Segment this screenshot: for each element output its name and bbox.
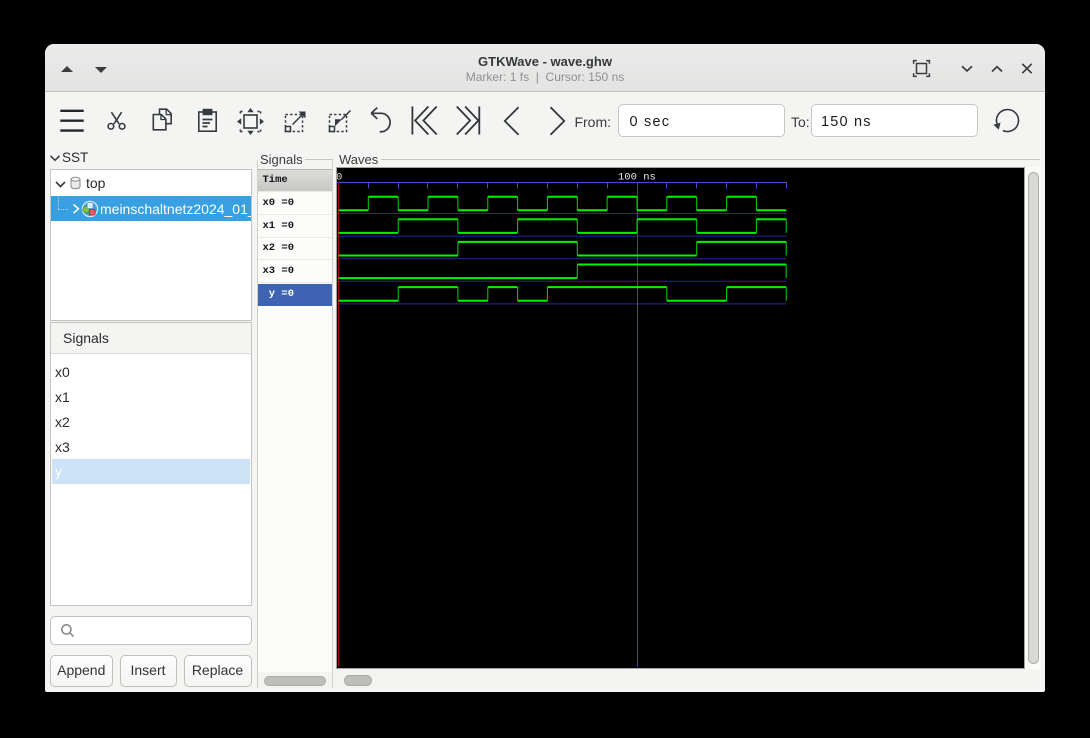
svg-text:0: 0	[337, 171, 342, 183]
svg-text:100 ns: 100 ns	[618, 171, 656, 183]
